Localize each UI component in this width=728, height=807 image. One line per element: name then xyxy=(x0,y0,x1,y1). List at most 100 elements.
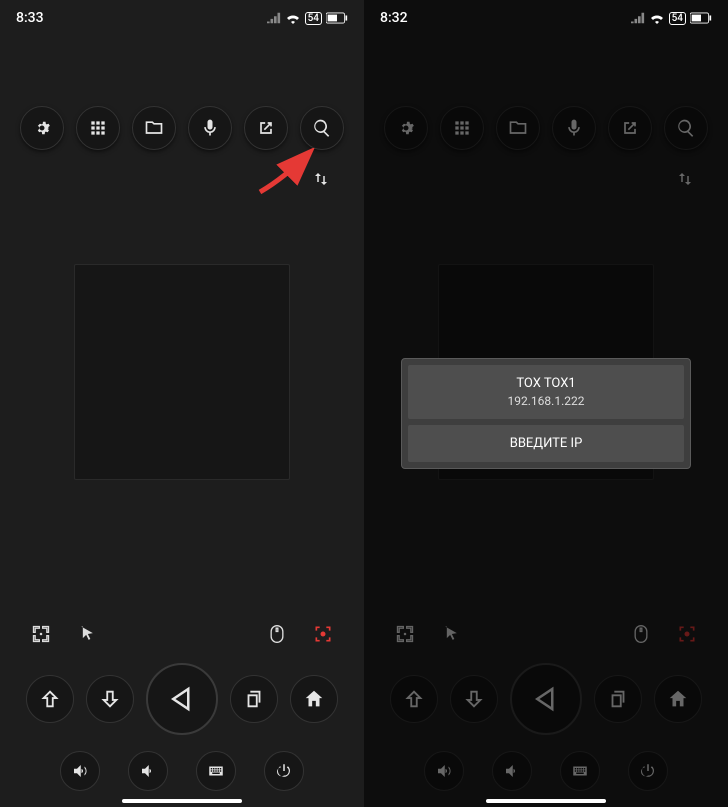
wifi-icon xyxy=(285,12,301,24)
sort-button[interactable] xyxy=(306,164,336,194)
arrow-up-button[interactable] xyxy=(390,675,438,723)
home-button[interactable] xyxy=(290,675,338,723)
capture-button[interactable] xyxy=(308,619,338,649)
volume-down-button[interactable] xyxy=(128,751,168,791)
apps-button[interactable] xyxy=(440,106,484,150)
battery-pct: 54 xyxy=(305,12,322,25)
power-button[interactable] xyxy=(628,751,668,791)
fullscreen-icon xyxy=(31,624,51,644)
open-external-icon xyxy=(256,118,276,138)
home-indicator[interactable] xyxy=(122,799,242,803)
grid-icon xyxy=(452,118,472,138)
mic-button[interactable] xyxy=(552,106,596,150)
cursor-button[interactable] xyxy=(72,619,102,649)
search-icon xyxy=(312,118,332,138)
mode-row xyxy=(0,619,364,657)
arrow-up-button[interactable] xyxy=(26,675,74,723)
power-icon xyxy=(639,762,657,780)
status-time: 8:32 xyxy=(380,10,408,26)
wifi-icon xyxy=(649,12,665,24)
home-button[interactable] xyxy=(654,675,702,723)
settings-button[interactable] xyxy=(384,106,428,150)
open-external-button[interactable] xyxy=(608,106,652,150)
fullscreen-icon xyxy=(395,624,415,644)
signal-icon xyxy=(631,12,645,24)
enter-ip-label: ВВЕДИТЕ IP xyxy=(510,436,583,451)
files-button[interactable] xyxy=(132,106,176,150)
nav-cluster xyxy=(0,657,364,741)
home-icon xyxy=(303,688,325,710)
back-button[interactable] xyxy=(146,663,218,735)
phone-right: 8:32 54 xyxy=(364,0,728,807)
bottom-row xyxy=(364,741,728,807)
search-icon xyxy=(676,118,696,138)
keyboard-button[interactable] xyxy=(196,751,236,791)
arrow-down-button[interactable] xyxy=(450,675,498,723)
arrow-down-icon xyxy=(463,688,485,710)
capture-icon xyxy=(677,624,697,644)
signal-icon xyxy=(267,12,281,24)
search-button[interactable] xyxy=(664,106,708,150)
copy-button[interactable] xyxy=(594,675,642,723)
volume-up-icon xyxy=(71,762,89,780)
sort-icon xyxy=(676,170,694,188)
mouse-icon xyxy=(267,624,287,644)
copy-button[interactable] xyxy=(230,675,278,723)
volume-down-icon xyxy=(503,762,521,780)
mouse-button[interactable] xyxy=(626,619,656,649)
status-indicators: 54 xyxy=(267,12,348,25)
gear-icon xyxy=(32,118,52,138)
device-name: TOX TOX1 xyxy=(416,375,676,393)
apps-button[interactable] xyxy=(76,106,120,150)
fullscreen-button[interactable] xyxy=(390,619,420,649)
copy-icon xyxy=(243,688,265,710)
back-button[interactable] xyxy=(510,663,582,735)
arrow-down-icon xyxy=(99,688,121,710)
open-external-button[interactable] xyxy=(244,106,288,150)
gear-icon xyxy=(396,118,416,138)
keyboard-icon xyxy=(571,762,589,780)
device-option[interactable]: TOX TOX1 192.168.1.222 xyxy=(408,365,684,419)
battery-icon xyxy=(326,12,348,24)
battery-icon xyxy=(690,12,712,24)
search-button[interactable] xyxy=(300,106,344,150)
sort-button[interactable] xyxy=(670,164,700,194)
open-external-icon xyxy=(620,118,640,138)
battery-pct: 54 xyxy=(669,12,686,25)
device-picker-modal: TOX TOX1 192.168.1.222 ВВЕДИТЕ IP xyxy=(401,358,691,469)
volume-down-button[interactable] xyxy=(492,751,532,791)
status-bar: 8:33 54 xyxy=(0,0,364,36)
keyboard-icon xyxy=(207,762,225,780)
mic-button[interactable] xyxy=(188,106,232,150)
enter-ip-option[interactable]: ВВЕДИТЕ IP xyxy=(408,425,684,463)
fullscreen-button[interactable] xyxy=(26,619,56,649)
arrow-down-button[interactable] xyxy=(86,675,134,723)
cursor-button[interactable] xyxy=(436,619,466,649)
keyboard-button[interactable] xyxy=(560,751,600,791)
capture-button[interactable] xyxy=(672,619,702,649)
volume-up-button[interactable] xyxy=(60,751,100,791)
mode-row xyxy=(364,619,728,657)
home-indicator[interactable] xyxy=(486,799,606,803)
mouse-button[interactable] xyxy=(262,619,292,649)
folder-icon xyxy=(508,118,528,138)
home-icon xyxy=(667,688,689,710)
cursor-icon xyxy=(441,624,461,644)
bottom-row xyxy=(0,741,364,807)
arrow-up-icon xyxy=(39,688,61,710)
mouse-icon xyxy=(631,624,651,644)
top-toolbar xyxy=(0,106,364,150)
power-icon xyxy=(275,762,293,780)
back-triangle-icon xyxy=(167,684,197,714)
top-toolbar xyxy=(364,106,728,150)
volume-up-button[interactable] xyxy=(424,751,464,791)
mic-icon xyxy=(564,118,584,138)
files-button[interactable] xyxy=(496,106,540,150)
touchpad-area[interactable] xyxy=(74,264,290,480)
settings-button[interactable] xyxy=(20,106,64,150)
copy-icon xyxy=(607,688,629,710)
cursor-icon xyxy=(77,624,97,644)
device-ip: 192.168.1.222 xyxy=(416,393,676,409)
power-button[interactable] xyxy=(264,751,304,791)
volume-up-icon xyxy=(435,762,453,780)
